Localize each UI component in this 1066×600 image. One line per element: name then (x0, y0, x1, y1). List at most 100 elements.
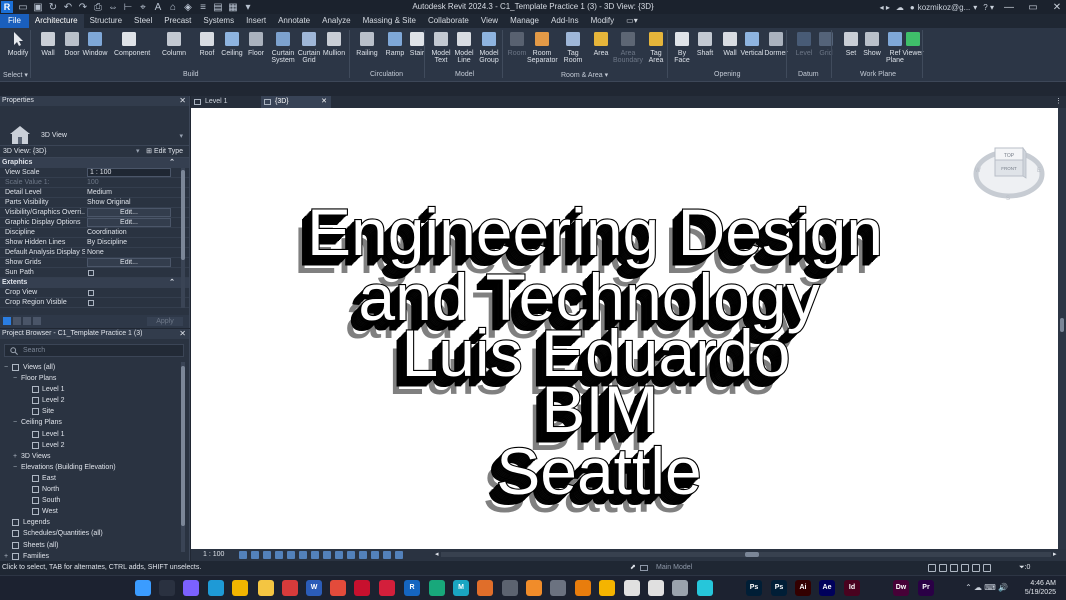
taskbar-app-12-icon[interactable] (697, 580, 713, 596)
select-by-face-icon[interactable] (961, 564, 969, 572)
ribbon-viewer-button[interactable]: Viewer (898, 30, 928, 70)
browser-node-sheets-all-[interactable]: Sheets (all) (0, 540, 180, 551)
editable-only-icon[interactable]: ⬈ (630, 561, 636, 575)
print-icon[interactable]: ⎙ (92, 2, 104, 13)
property-input[interactable]: 1 : 100 (87, 168, 171, 177)
tab-menu-icon[interactable]: ⋮ (1055, 96, 1062, 108)
property-group-extents[interactable]: Extents ⌃ (0, 278, 189, 288)
taskbar-chrome-icon[interactable] (232, 580, 248, 596)
scroll-left-icon[interactable]: ◂ (435, 549, 439, 561)
taskbar-after-effects-icon[interactable]: Ae (819, 580, 835, 596)
panel-room-area-label[interactable]: Room & Area ▾ (561, 71, 608, 79)
taskbar-app-8-icon[interactable] (599, 580, 615, 596)
ribbon-tab-modify[interactable]: Modify (585, 14, 621, 28)
ribbon-tab-systems[interactable]: Systems (197, 14, 240, 28)
ribbon-model-group-button[interactable]: Model Group (474, 30, 504, 70)
sync-icon[interactable]: ↻ (47, 2, 59, 13)
worksharing-icon[interactable] (359, 551, 367, 559)
thin-lines-icon[interactable]: ≡ (197, 2, 209, 13)
shadows-icon[interactable] (275, 551, 283, 559)
ribbon-tab-analyze[interactable]: Analyze (316, 14, 356, 28)
browser-node-east[interactable]: East (0, 473, 180, 484)
ribbon-room-separator-button[interactable]: Room Separator (527, 30, 558, 70)
maximize-button[interactable]: ▭ (1024, 2, 1042, 13)
taskbar-app-4-icon[interactable] (477, 580, 493, 596)
browser-node-elevations-building-elevation-[interactable]: − Elevations (Building Elevation) (0, 462, 180, 473)
customize-qat-icon[interactable]: ▾ (242, 2, 254, 13)
browser-node-site[interactable]: Site (0, 406, 180, 417)
scrollbar-thumb[interactable] (181, 170, 185, 260)
scrollbar-thumb[interactable] (1060, 318, 1064, 332)
taskbar-app-7-icon[interactable] (550, 580, 566, 596)
properties-filter-icon[interactable] (13, 317, 21, 325)
taskbar-illustrator-icon[interactable]: Ai (795, 580, 811, 596)
collapse-icon[interactable]: ⌃ (169, 158, 175, 168)
expand-icon[interactable]: + (3, 551, 9, 562)
taskbar-edge-icon[interactable] (208, 580, 224, 596)
taskbar-revit-icon[interactable]: R (404, 580, 420, 596)
view-scale-button[interactable]: 1 : 100 (203, 549, 224, 561)
close-hidden-icon[interactable]: ▤ (212, 2, 224, 13)
ribbon-tab-file[interactable]: File (0, 14, 29, 28)
taskbar-premiere-icon[interactable]: Pr (918, 580, 934, 596)
taskbar-app-11-icon[interactable] (672, 580, 688, 596)
undo-icon[interactable]: ↶ (62, 2, 74, 13)
browser-node-level-1[interactable]: Level 1 (0, 429, 180, 440)
browser-node-south[interactable]: South (0, 495, 180, 506)
taskbar-app-5-icon[interactable] (502, 580, 518, 596)
select-underlay-icon[interactable] (939, 564, 947, 572)
property-checkbox[interactable] (88, 270, 94, 276)
property-edit-button[interactable]: Edit... (87, 258, 171, 267)
model-text-3d[interactable]: Engineering DesignEngineering DesignEngi… (191, 108, 1058, 549)
taskbar-app-6-icon[interactable] (526, 580, 542, 596)
property-edit-button[interactable]: Edit... (87, 208, 171, 217)
viewcube[interactable]: TOP FRONT W E S (970, 138, 1048, 204)
contextual-tab-icon[interactable]: ▭▾ (620, 14, 644, 28)
taskbar-app-3-icon[interactable] (429, 580, 445, 596)
share-arrows-icon[interactable]: ◂ ▸ (880, 3, 890, 12)
ribbon-area-boundary-button[interactable]: Area Boundary (613, 30, 643, 70)
ribbon-tab-add-ins[interactable]: Add-Ins (545, 14, 585, 28)
taskbar-indesign-icon[interactable]: Id (844, 580, 860, 596)
active-workset[interactable]: Main Model (656, 561, 692, 575)
scrollbar-thumb[interactable] (181, 366, 185, 526)
select-pinned-icon[interactable] (950, 564, 958, 572)
collapse-icon[interactable]: − (3, 362, 9, 373)
taskbar-file-explorer-icon[interactable] (258, 580, 274, 596)
taskbar-autocad-icon[interactable] (354, 580, 370, 596)
close-button[interactable]: ✕ (1048, 2, 1066, 13)
close-icon[interactable]: ✕ (179, 96, 186, 106)
crop-region-icon[interactable] (311, 551, 319, 559)
apply-button[interactable]: Apply (147, 317, 183, 326)
taskbar-blender-icon[interactable] (575, 580, 591, 596)
properties-group-icon[interactable] (33, 317, 41, 325)
view-instance-selector[interactable]: 3D View: {3D} ▾ ⊞ Edit Type (0, 146, 189, 158)
browser-node-level-1[interactable]: Level 1 (0, 384, 180, 395)
close-icon[interactable]: ✕ (179, 329, 186, 339)
redo-icon[interactable]: ↷ (77, 2, 89, 13)
ribbon-tab-structure[interactable]: Structure (84, 14, 128, 28)
property-value[interactable]: Coordination (87, 228, 171, 238)
browser-node-ceiling-plans[interactable]: − Ceiling Plans (0, 417, 180, 428)
default-3d-icon[interactable]: ⌂ (167, 2, 179, 13)
browser-scrollbar[interactable] (181, 362, 185, 552)
canvas-vertical-scrollbar[interactable] (1058, 108, 1066, 549)
expand-icon[interactable]: + (12, 451, 18, 462)
taskbar-photoshop-icon[interactable]: Ps (746, 580, 762, 596)
taskbar-app-2-icon[interactable] (330, 580, 346, 596)
edit-type-button[interactable]: ⊞ Edit Type (146, 146, 183, 158)
switch-windows-icon[interactable]: ▦ (227, 2, 239, 13)
ribbon-area-button[interactable]: Area (586, 30, 616, 70)
reveal-hidden-icon[interactable] (347, 551, 355, 559)
ribbon-tab-manage[interactable]: Manage (504, 14, 545, 28)
scrollbar-thumb[interactable] (745, 552, 759, 557)
minimize-button[interactable]: — (1000, 2, 1018, 13)
dimension-icon[interactable]: ⊢ (122, 2, 134, 13)
clock[interactable]: 4:46 AM 5/19/2025 (1025, 579, 1056, 597)
filter-count[interactable]: ⏷:0 (1019, 561, 1030, 575)
ribbon-floor-button[interactable]: Floor (241, 30, 271, 70)
collapse-icon[interactable]: ⌃ (169, 278, 175, 288)
text-icon[interactable]: A (152, 2, 164, 13)
measure-icon[interactable]: ⇔ (107, 2, 119, 13)
property-value[interactable]: None (87, 248, 171, 258)
